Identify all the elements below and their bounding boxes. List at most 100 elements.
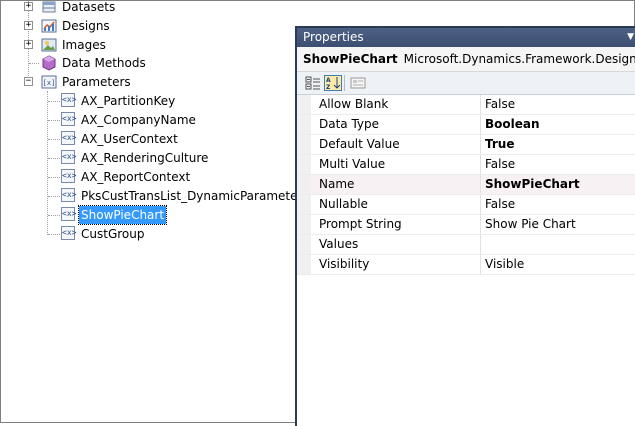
tree-connector (48, 177, 60, 178)
tree-node-parameter-selected[interactable]: <x> ShowPieChart (1, 205, 301, 225)
tree-connector (48, 120, 60, 121)
parameter-icon: <x> (61, 207, 76, 221)
tree-node-label: AX_UserContext (81, 132, 178, 146)
tree-connector (48, 196, 60, 197)
tree-node-label: CustGroup (81, 227, 145, 241)
tree-node-parameter[interactable]: <x> AX_RenderingCulture (1, 149, 301, 167)
svg-text:A: A (326, 77, 331, 84)
tree-connector (48, 101, 60, 102)
column-divider[interactable] (480, 155, 481, 174)
property-name: Prompt String (319, 217, 402, 231)
tree-node-images[interactable]: + Images (1, 36, 301, 54)
property-value[interactable]: True (485, 135, 514, 154)
tree-node-data-methods[interactable]: Data Methods (1, 54, 301, 72)
tree-node-designs[interactable]: + Designs (1, 17, 301, 35)
expand-icon[interactable]: + (24, 21, 33, 30)
tree-connector (48, 139, 60, 140)
categorized-button[interactable] (304, 75, 322, 91)
property-pages-button[interactable] (349, 75, 367, 91)
property-value[interactable]: False (485, 95, 515, 114)
tree-node-label: AX_RenderingCulture (81, 151, 209, 165)
property-name: Values (319, 237, 359, 251)
tree-node-parameters[interactable]: − [x] Parameters (1, 73, 301, 91)
property-row-allow-blank[interactable]: Allow Blank False (297, 95, 635, 115)
parameter-icon: <x> (61, 150, 76, 164)
property-value[interactable]: Show Pie Chart (485, 215, 576, 234)
tree-node-label: Data Methods (62, 56, 146, 70)
tree-node-label: ShowPieChart (77, 205, 168, 225)
property-row-data-type[interactable]: Data Type Boolean (297, 115, 635, 135)
column-divider[interactable] (480, 95, 481, 114)
tree-node-label: AX_PartitionKey (81, 94, 176, 108)
tree-node-datasets[interactable]: + Datasets (1, 0, 301, 16)
data-methods-icon (41, 55, 57, 71)
tree-node-parameter[interactable]: <x> AX_PartitionKey (1, 92, 301, 110)
column-divider[interactable] (480, 175, 481, 194)
property-row-default-value[interactable]: Default Value True (297, 135, 635, 155)
property-row-prompt-string[interactable]: Prompt String Show Pie Chart (297, 215, 635, 235)
property-row-name[interactable]: Name ShowPieChart (297, 175, 635, 195)
properties-toolbar: AZ (297, 72, 635, 95)
tree-connector (48, 158, 60, 159)
tree-node-label: PksCustTransList_DynamicParameter (81, 189, 303, 203)
dropdown-arrow-icon[interactable]: ▼ (627, 28, 634, 47)
svg-text:[x]: [x] (43, 79, 56, 87)
property-name: Multi Value (319, 157, 386, 171)
row-gutter (297, 195, 311, 214)
tree-node-parameter[interactable]: <x> AX_CompanyName (1, 111, 301, 129)
tree-node-label: Datasets (62, 0, 116, 14)
property-name: Allow Blank (319, 97, 389, 111)
tree-node-parameter[interactable]: <x> AX_UserContext (1, 130, 301, 148)
column-divider[interactable] (480, 135, 481, 154)
images-icon (41, 37, 57, 53)
parameter-icon: <x> (61, 169, 76, 183)
properties-panel: Properties ▼ ShowPieChart Microsoft.Dynam… (295, 26, 635, 426)
property-value[interactable]: Boolean (485, 115, 540, 134)
property-value[interactable]: Visible (485, 255, 524, 274)
column-divider[interactable] (480, 255, 481, 274)
property-row-multi-value[interactable]: Multi Value False (297, 155, 635, 175)
column-divider[interactable] (480, 215, 481, 234)
tree-connector (48, 215, 60, 216)
column-divider[interactable] (480, 195, 481, 214)
row-gutter (297, 235, 311, 254)
categorized-icon (305, 76, 320, 90)
tree-node-label: AX_CompanyName (81, 113, 196, 127)
property-row-values[interactable]: Values (297, 235, 635, 255)
object-name: ShowPieChart (303, 52, 398, 66)
column-divider[interactable] (480, 115, 481, 134)
column-divider[interactable] (480, 235, 481, 254)
property-name: Name (319, 177, 355, 191)
tree-node-parameter[interactable]: <x> AX_ReportContext (1, 168, 301, 186)
row-gutter (297, 155, 311, 174)
panel-title: Properties (303, 30, 364, 44)
tree-node-parameter[interactable]: <x> CustGroup (1, 225, 301, 243)
tree-node-label: Images (62, 38, 106, 52)
property-value[interactable]: False (485, 155, 515, 174)
properties-title-bar[interactable]: Properties ▼ (297, 28, 635, 47)
report-model-tree: + Datasets + Designs + Images Data Metho… (1, 0, 303, 424)
parameter-icon: <x> (61, 226, 76, 240)
row-gutter (297, 175, 311, 194)
row-gutter (297, 255, 311, 274)
property-name: Default Value (319, 137, 400, 151)
tree-connector (29, 63, 39, 64)
collapse-icon[interactable]: − (24, 77, 33, 86)
property-value[interactable]: False (485, 195, 515, 214)
property-name: Nullable (319, 197, 368, 211)
object-selector[interactable]: ShowPieChart Microsoft.Dynamics.Framework… (297, 47, 635, 72)
property-row-visibility[interactable]: Visibility Visible (297, 255, 635, 275)
datasets-icon (41, 0, 57, 15)
parameters-icon: [x] (41, 74, 57, 90)
parameter-icon: <x> (61, 188, 76, 202)
tree-node-label: Parameters (62, 75, 131, 89)
svg-text:Z: Z (326, 84, 331, 90)
expand-icon[interactable]: + (24, 40, 33, 49)
alphabetical-button[interactable]: AZ (324, 75, 342, 91)
tree-node-parameter[interactable]: <x> PksCustTransList_DynamicParameter (1, 187, 303, 205)
property-row-nullable[interactable]: Nullable False (297, 195, 635, 215)
property-value[interactable]: ShowPieChart (485, 175, 580, 194)
property-name: Data Type (319, 117, 380, 131)
parameter-icon: <x> (61, 112, 76, 126)
expand-icon[interactable]: + (24, 2, 33, 11)
